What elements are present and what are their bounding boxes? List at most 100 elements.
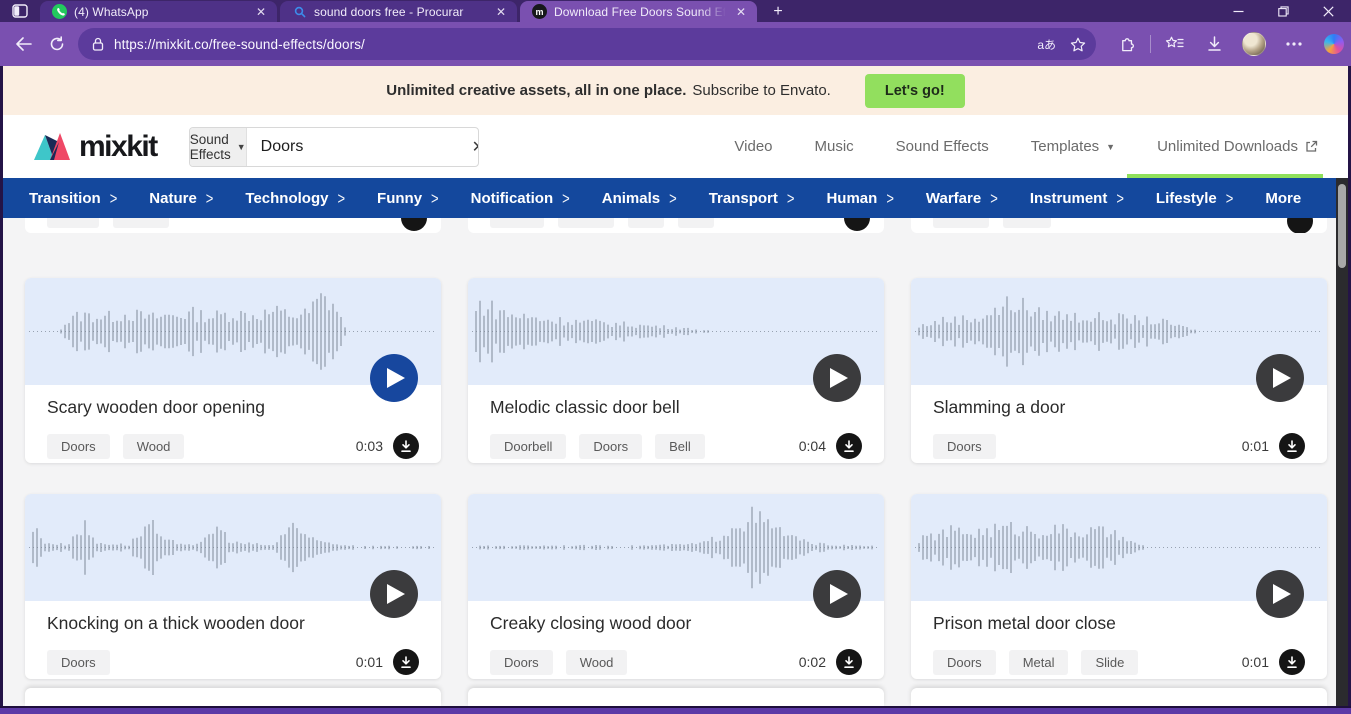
profile-avatar[interactable]	[1237, 28, 1271, 60]
nav-unlimited-downloads[interactable]: Unlimited Downloads	[1157, 138, 1318, 155]
tag-pill-partial[interactable]	[628, 218, 664, 228]
download-button[interactable]	[1279, 649, 1305, 675]
partial-card	[25, 688, 441, 706]
tab-close-icon[interactable]: ✕	[253, 5, 269, 19]
refresh-icon[interactable]	[40, 28, 74, 60]
search-icon	[292, 4, 307, 19]
search-category-dropdown[interactable]: Sound Effects ▼	[190, 128, 247, 166]
new-tab-button[interactable]: +	[764, 2, 792, 22]
chevron-right-icon: >	[206, 189, 214, 208]
tab-actions-menu-icon[interactable]	[0, 0, 40, 22]
tag-pill-partial[interactable]	[113, 218, 169, 228]
translate-icon[interactable]: aあ	[1037, 36, 1056, 53]
category-lifestyle[interactable]: Lifestyle>	[1140, 190, 1249, 207]
download-button[interactable]	[1287, 218, 1313, 233]
tag-pill-partial[interactable]	[933, 218, 989, 228]
play-button[interactable]	[813, 354, 861, 402]
tag-wood[interactable]: Wood	[566, 650, 628, 675]
tag-doors[interactable]: Doors	[47, 434, 110, 459]
nav-music[interactable]: Music	[815, 138, 854, 155]
copilot-icon[interactable]	[1317, 28, 1351, 60]
play-button[interactable]	[1256, 570, 1304, 618]
download-button[interactable]	[401, 218, 427, 231]
tag-doors[interactable]: Doors	[490, 650, 553, 675]
sound-title[interactable]: Prison metal door close	[933, 610, 1305, 636]
play-icon	[1273, 368, 1291, 388]
play-icon	[830, 584, 848, 604]
download-button[interactable]	[1279, 433, 1305, 459]
card-row: Scary wooden door opening Doors Wood 0:0…	[25, 278, 1348, 463]
tab-whatsapp[interactable]: (4) WhatsApp ✕	[40, 1, 277, 22]
download-icon	[400, 440, 412, 453]
downloads-icon[interactable]	[1197, 28, 1231, 60]
tag-wood[interactable]: Wood	[123, 434, 185, 459]
tag-doors[interactable]: Doors	[933, 650, 996, 675]
back-icon[interactable]	[6, 28, 40, 60]
sound-title[interactable]: Scary wooden door opening	[47, 394, 419, 420]
download-button[interactable]	[393, 433, 419, 459]
nav-templates[interactable]: Templates ▼	[1031, 138, 1115, 155]
category-funny[interactable]: Funny>	[361, 190, 455, 207]
tab-mixkit-active[interactable]: m Download Free Doors Sound Effe ✕	[520, 1, 757, 22]
tag-slide[interactable]: Slide	[1081, 650, 1138, 675]
close-button[interactable]	[1306, 0, 1351, 22]
nav-video[interactable]: Video	[734, 138, 772, 155]
category-transition[interactable]: Transition>	[13, 190, 133, 207]
tag-doorbell[interactable]: Doorbell	[490, 434, 566, 459]
tab-close-icon[interactable]: ✕	[493, 5, 509, 19]
tag-bell[interactable]: Bell	[655, 434, 705, 459]
category-more[interactable]: More	[1249, 190, 1317, 207]
category-technology[interactable]: Technology>	[229, 190, 361, 207]
category-human[interactable]: Human>	[810, 190, 909, 207]
chevron-right-icon: >	[990, 189, 998, 208]
sound-title[interactable]: Knocking on a thick wooden door	[47, 610, 419, 636]
more-menu-icon[interactable]	[1277, 28, 1311, 60]
tag-doors[interactable]: Doors	[579, 434, 642, 459]
lets-go-button[interactable]: Let's go!	[865, 74, 965, 108]
category-notification[interactable]: Notification>	[455, 190, 586, 207]
mixkit-logo[interactable]: mixkit	[33, 130, 157, 164]
search-input[interactable]	[247, 128, 472, 166]
bookmark-star-icon[interactable]	[1070, 37, 1086, 52]
nav-sound-effects[interactable]: Sound Effects	[896, 138, 989, 155]
maximize-button[interactable]	[1261, 0, 1306, 22]
sound-title[interactable]: Slamming a door	[933, 394, 1305, 420]
play-button[interactable]	[1256, 354, 1304, 402]
download-button[interactable]	[844, 218, 870, 231]
tag-pill-partial[interactable]	[47, 218, 99, 228]
address-bar[interactable]: https://mixkit.co/free-sound-effects/doo…	[78, 28, 1096, 60]
category-instrument[interactable]: Instrument>	[1014, 190, 1140, 207]
tag-pill-partial[interactable]	[1003, 218, 1051, 228]
scrollbar-thumb[interactable]	[1338, 184, 1346, 268]
external-link-icon	[1305, 140, 1318, 153]
category-transport[interactable]: Transport>	[693, 190, 811, 207]
play-button[interactable]	[813, 570, 861, 618]
category-animals[interactable]: Animals>	[586, 190, 693, 207]
tag-doors[interactable]: Doors	[933, 434, 996, 459]
page-scrollbar[interactable]	[1336, 178, 1348, 706]
search-clear-icon[interactable]: ✕	[472, 128, 479, 166]
tab-search-results[interactable]: sound doors free - Procurar ✕	[280, 1, 517, 22]
tag-pill-partial[interactable]	[678, 218, 714, 228]
url-text[interactable]: https://mixkit.co/free-sound-effects/doo…	[114, 37, 1037, 52]
download-button[interactable]	[836, 433, 862, 459]
download-button[interactable]	[836, 649, 862, 675]
play-button[interactable]	[370, 354, 418, 402]
favorites-icon[interactable]	[1157, 28, 1191, 60]
sound-title[interactable]: Creaky closing wood door	[490, 610, 862, 636]
tag-doors[interactable]: Doors	[47, 650, 110, 675]
sound-title[interactable]: Melodic classic door bell	[490, 394, 862, 420]
category-warfare[interactable]: Warfare>	[910, 190, 1014, 207]
download-button[interactable]	[393, 649, 419, 675]
category-nature[interactable]: Nature>	[133, 190, 229, 207]
play-button[interactable]	[370, 570, 418, 618]
extensions-icon[interactable]	[1110, 28, 1144, 60]
category-nav: Transition> Nature> Technology> Funny> N…	[3, 178, 1348, 218]
minimize-button[interactable]	[1216, 0, 1261, 22]
lock-icon	[92, 37, 104, 51]
tag-pill-partial[interactable]	[490, 218, 544, 228]
tag-metal[interactable]: Metal	[1009, 650, 1069, 675]
download-icon	[843, 440, 855, 453]
tab-close-icon[interactable]: ✕	[733, 5, 749, 19]
tag-pill-partial[interactable]	[558, 218, 614, 228]
